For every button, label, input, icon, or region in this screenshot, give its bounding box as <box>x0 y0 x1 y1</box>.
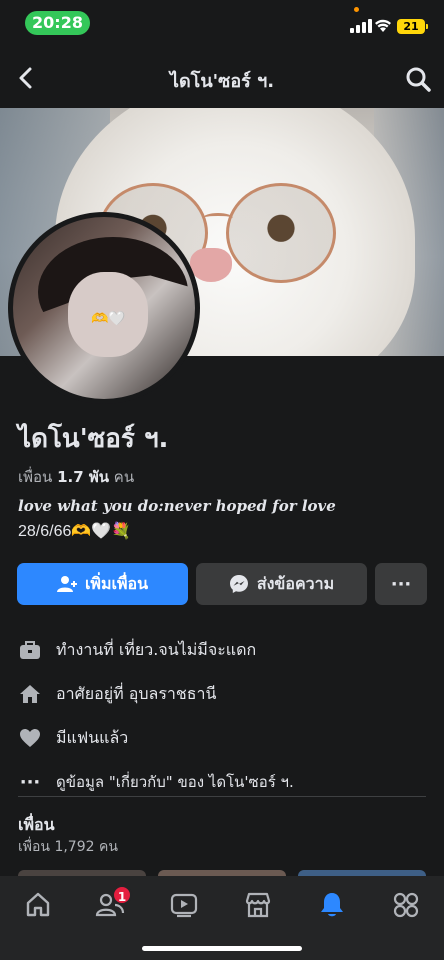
friends-section-count[interactable]: เพื่อน 1,792 คน <box>18 836 118 858</box>
detail-home[interactable]: อาศัยอยู่ที่ อุบลราชธานี <box>18 672 428 716</box>
profile-actions: เพิ่มเพื่อน ส่งข้อความ ··· <box>17 563 427 605</box>
more-options-button[interactable]: ··· <box>375 563 427 605</box>
add-friend-button[interactable]: เพิ่มเพื่อน <box>17 563 188 605</box>
privacy-indicator-dot <box>354 7 359 12</box>
home-indicator <box>142 946 302 951</box>
notifications-icon <box>321 893 343 917</box>
profile-header: ไดโน'ซอร์ ฯ. <box>0 50 444 106</box>
status-bar: 20:28 21 <box>0 0 444 46</box>
battery-indicator: 21 <box>397 19 428 34</box>
video-icon <box>170 893 198 918</box>
tab-notifications[interactable] <box>314 888 350 922</box>
bio-line-2: 28/6/66🫶🤍💐 <box>18 523 132 540</box>
page-title: ไดโน'ซอร์ ฯ. <box>169 71 275 92</box>
profile-avatar[interactable]: 🫶🤍 <box>8 212 200 404</box>
friends-count: 1.7 พัน <box>57 468 109 486</box>
add-friend-icon <box>56 576 77 592</box>
message-label: ส่งข้อความ <box>256 573 335 593</box>
back-arrow-icon[interactable] <box>12 64 40 92</box>
friends-notification-badge: 1 <box>112 885 132 905</box>
add-friend-label: เพิ่มเพื่อน <box>84 573 149 593</box>
wifi-icon <box>375 19 391 32</box>
see-about-text: ดูข้อมูล "เกี่ยวกับ" ของ ไดโน'ซอร์ ฯ. <box>56 773 294 791</box>
message-button[interactable]: ส่งข้อความ <box>196 563 367 605</box>
detail-work-text: ทำงานที่ เที่ยว.จนไม่มีจะแดก <box>56 639 257 659</box>
profile-details: ทำงานที่ เที่ยว.จนไม่มีจะแดก อาศัยอยู่ที… <box>18 628 428 804</box>
home-icon <box>26 892 50 917</box>
detail-home-text: อาศัยอยู่ที่ อุบลราชธานี <box>56 683 217 703</box>
friends-summary[interactable]: เพื่อน 1.7 พัน คน <box>18 465 134 489</box>
heart-icon <box>18 726 42 750</box>
friends-prefix: เพื่อน <box>18 468 53 486</box>
briefcase-icon <box>18 638 42 662</box>
menu-icon <box>393 892 419 918</box>
heart-hands-emoji-icon: 🫶🤍 <box>91 311 126 327</box>
marketplace-icon <box>245 892 271 918</box>
status-time: 20:28 <box>25 11 90 35</box>
detail-work[interactable]: ทำงานที่ เที่ยว.จนไม่มีจะแดก <box>18 628 428 672</box>
detail-relationship[interactable]: มีแฟนแล้ว <box>18 716 428 760</box>
detail-relationship-text: มีแฟนแล้ว <box>56 727 129 747</box>
see-about-info[interactable]: ··· ดูข้อมูล "เกี่ยวกับ" ของ ไดโน'ซอร์ ฯ… <box>18 760 428 804</box>
profile-bio: love what you do:never hoped for love 28… <box>18 494 428 544</box>
bio-line-1: love what you do:never hoped for love <box>18 497 336 515</box>
profile-name: ไดโน'ซอร์ ฯ. <box>18 424 169 454</box>
messenger-icon <box>229 575 248 593</box>
tab-marketplace[interactable] <box>240 888 276 922</box>
search-icon[interactable] <box>404 65 432 93</box>
home-icon <box>18 682 42 706</box>
tab-home[interactable] <box>20 888 56 922</box>
section-divider <box>18 796 426 797</box>
ellipsis-icon: ··· <box>19 771 41 793</box>
friends-suffix: คน <box>113 468 135 486</box>
cellular-signal-icon <box>350 19 372 33</box>
tab-menu[interactable] <box>388 888 424 922</box>
tab-video[interactable] <box>166 888 202 922</box>
friends-section-title: เพื่อน <box>18 815 55 834</box>
